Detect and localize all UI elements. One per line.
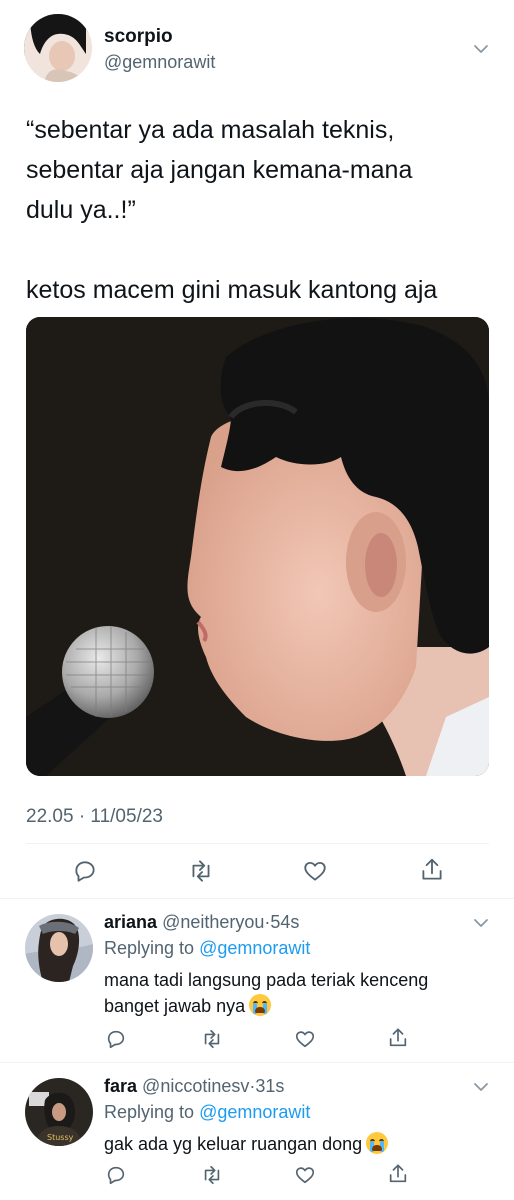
tweet-text: “sebentar ya ada masalah teknis, sebenta… [26,110,437,310]
reply-text-line: mana tadi langsung pada teriak kenceng [104,970,429,990]
divider [0,1062,514,1063]
author-handle[interactable]: @gemnorawit [104,52,215,73]
reply-text: gak ada yg keluar ruangan dong [104,1131,389,1157]
reply-avatar[interactable] [25,914,93,982]
reply-header: ariana @neitheryou·54s [104,912,299,933]
share-icon[interactable] [387,1026,409,1050]
tweet-text-line: ketos macem gini masuk kantong aja [26,276,438,304]
replying-to-label: Replying to [104,938,195,958]
replying-to-handle-link[interactable]: @gemnorawit [199,938,310,958]
reply-avatar[interactable]: Stussy [25,1078,93,1146]
author-display-name[interactable]: scorpio [104,26,173,48]
reply-text-line: gak ada yg keluar ruangan dong [104,1134,363,1154]
replying-to-label: Replying to [104,1102,195,1122]
tweet-text-line: dulu ya..!” [26,196,136,224]
tweet-text-line: “sebentar ya ada masalah teknis, [26,116,395,144]
reply-text-line-content: banget jawab nya [104,996,246,1016]
share-icon[interactable] [419,856,445,884]
divider [0,898,514,899]
reply-display-name[interactable]: fara [104,1076,137,1096]
author-avatar[interactable] [24,14,92,82]
tweet-timestamp[interactable]: 22.05 · 11/05/23 [26,806,163,828]
replying-to: Replying to @gemnorawit [104,1102,310,1123]
reply-handle[interactable]: @niccotinesv [142,1076,249,1096]
share-icon[interactable] [387,1162,409,1186]
chevron-down-icon[interactable] [472,914,490,932]
like-heart-icon[interactable] [294,1028,316,1050]
reply-text-line: banget jawab nya [104,993,428,1019]
loudly-crying-face-icon [249,994,272,1016]
retweet-icon[interactable] [200,1164,224,1186]
tweet-media-image[interactable] [26,317,489,776]
reply-icon[interactable] [105,1164,127,1186]
reply-icon[interactable] [105,1028,127,1050]
retweet-icon[interactable] [200,1028,224,1050]
reply-text: mana tadi langsung pada teriak kenceng b… [104,967,428,1019]
reply-display-name[interactable]: ariana [104,912,157,932]
tweet-text-line: sebentar aja jangan kemana-mana [26,156,413,184]
loudly-crying-face-icon [366,1132,389,1154]
reply-header: fara @niccotinesv·31s [104,1076,284,1097]
retweet-icon[interactable] [187,858,215,884]
reply-handle[interactable]: @neitheryou [162,912,264,932]
chevron-down-icon[interactable] [472,1078,490,1096]
divider [26,843,489,844]
like-heart-icon[interactable] [294,1164,316,1186]
replying-to: Replying to @gemnorawit [104,938,310,959]
chevron-down-icon[interactable] [472,40,490,58]
reply-time[interactable]: 31s [255,1076,284,1096]
like-heart-icon[interactable] [302,858,328,884]
svg-text:Stussy: Stussy [47,1133,74,1142]
reply-icon[interactable] [72,858,98,884]
reply-time[interactable]: 54s [270,912,299,932]
replying-to-handle-link[interactable]: @gemnorawit [199,1102,310,1122]
